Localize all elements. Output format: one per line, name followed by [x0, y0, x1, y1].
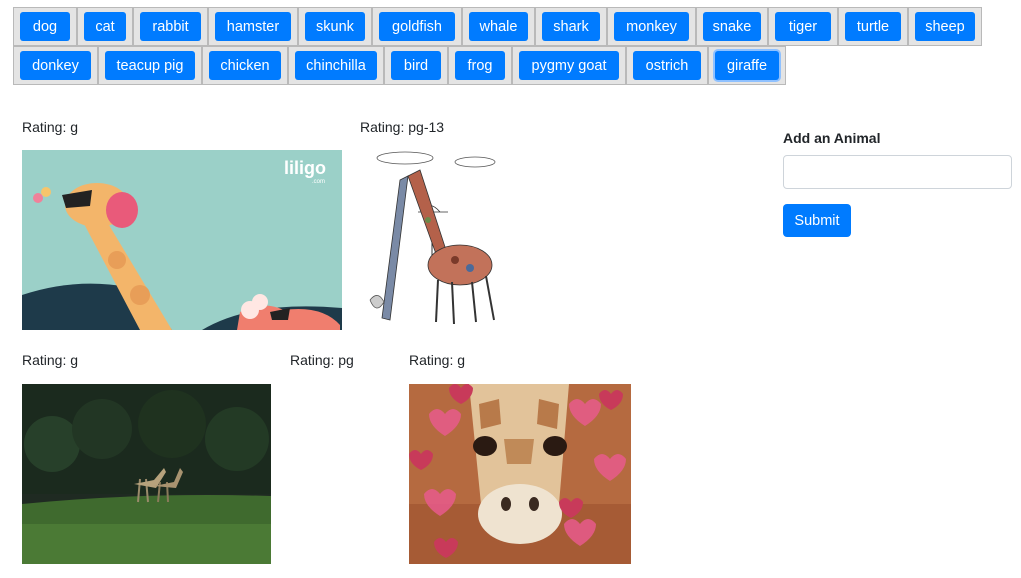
animal-button-turtle[interactable]: turtle	[845, 12, 901, 41]
animal-button-wrap: chinchilla	[288, 46, 384, 85]
animal-button-wrap: turtle	[838, 7, 908, 46]
animal-button-hamster[interactable]: hamster	[215, 12, 291, 41]
animal-button-chinchilla[interactable]: chinchilla	[295, 51, 377, 80]
cartoon-giraffe-image: liligo .com	[22, 150, 342, 330]
animal-button-wrap: ostrich	[626, 46, 708, 85]
animal-button-wrap: frog	[448, 46, 512, 85]
gif-rating: Rating: g	[22, 352, 79, 368]
giraffe-gif[interactable]	[409, 384, 631, 564]
animal-button-wrap: monkey	[607, 7, 696, 46]
animal-button-goldfish[interactable]: goldfish	[379, 12, 455, 41]
animal-button-wrap: cat	[77, 7, 133, 46]
gif-rating: Rating: pg	[290, 352, 354, 368]
animal-button-wrap: giraffe	[708, 46, 786, 85]
animal-button-wrap: tiger	[768, 7, 838, 46]
animal-button-wrap: chicken	[202, 46, 288, 85]
animal-button-chicken[interactable]: chicken	[209, 51, 281, 80]
animal-button-wrap: snake	[696, 7, 768, 46]
animal-button-bird[interactable]: bird	[391, 51, 441, 80]
sketch-giraffe-image	[360, 150, 504, 330]
animal-button-wrap: pygmy goat	[512, 46, 626, 85]
giraffes-field-image	[22, 384, 271, 564]
gif-rating: Rating: pg-13	[360, 119, 445, 135]
animal-button-teacup-pig[interactable]: teacup pig	[105, 51, 195, 80]
animal-button-cat[interactable]: cat	[84, 12, 126, 41]
animal-button-shark[interactable]: shark	[542, 12, 600, 41]
animal-button-snake[interactable]: snake	[703, 12, 761, 41]
giraffe-gif[interactable]	[360, 150, 504, 330]
animal-button-wrap: hamster	[208, 7, 298, 46]
animal-button-ostrich[interactable]: ostrich	[633, 51, 701, 80]
animal-button-wrap: goldfish	[372, 7, 462, 46]
animal-button-wrap: rabbit	[133, 7, 208, 46]
animal-button-giraffe[interactable]: giraffe	[715, 51, 779, 80]
animal-button-frog[interactable]: frog	[455, 51, 505, 80]
add-animal-input[interactable]	[783, 155, 1012, 189]
giraffe-gif[interactable]	[22, 384, 271, 564]
add-animal-heading: Add an Animal	[783, 130, 881, 146]
animal-button-dog[interactable]: dog	[20, 12, 70, 41]
liligo-logo: liligo	[284, 158, 326, 178]
animal-button-wrap: teacup pig	[98, 46, 202, 85]
animal-button-pygmy-goat[interactable]: pygmy goat	[519, 51, 619, 80]
animal-button-sheep[interactable]: sheep	[915, 12, 975, 41]
submit-button[interactable]: Submit	[783, 204, 851, 237]
animal-button-skunk[interactable]: skunk	[305, 12, 365, 41]
animal-button-wrap: sheep	[908, 7, 982, 46]
gif-rating: Rating: g	[409, 352, 466, 368]
animal-button-wrap: shark	[535, 7, 607, 46]
animal-button-wrap: whale	[462, 7, 535, 46]
giraffe-hearts-image	[409, 384, 631, 564]
animal-button-whale[interactable]: whale	[469, 12, 528, 41]
animal-button-monkey[interactable]: monkey	[614, 12, 689, 41]
animal-button-wrap: donkey	[13, 46, 98, 85]
animal-button-donkey[interactable]: donkey	[20, 51, 91, 80]
animal-button-tiger[interactable]: tiger	[775, 12, 831, 41]
liligo-logo-sub: .com	[312, 179, 325, 185]
animal-button-wrap: bird	[384, 46, 448, 85]
animal-button-wrap: dog	[13, 7, 77, 46]
giraffe-gif[interactable]: liligo .com	[22, 150, 342, 330]
animal-button-wrap: skunk	[298, 7, 372, 46]
gif-rating: Rating: g	[22, 119, 79, 135]
animal-button-rabbit[interactable]: rabbit	[140, 12, 201, 41]
